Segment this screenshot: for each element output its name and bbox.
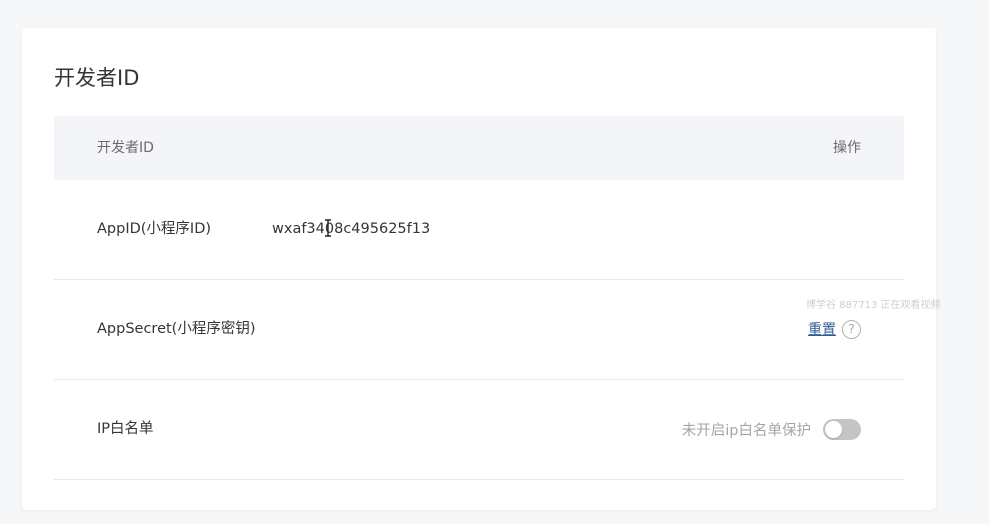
page-title: 开发者ID [54,66,140,90]
video-watermark: 博学谷 887713 正在观看视频 [806,300,941,311]
table-header: 开发者ID 操作 [54,116,904,180]
appid-value[interactable]: wxaf3408c495625f13 [272,180,430,278]
developer-id-table: 开发者ID 操作 AppID(小程序ID) wxaf3408c495625f13… [54,116,904,480]
table-row-appsecret: AppSecret(小程序密钥) 重置 ? [54,280,904,380]
ip-whitelist-label: IP白名单 [97,421,154,437]
reset-secret-link[interactable]: 重置 [808,319,836,339]
ip-whitelist-toggle[interactable] [823,418,861,440]
ip-whitelist-actions: 未开启ip白名单保护 [682,380,861,478]
text-cursor-icon [325,219,331,237]
ip-whitelist-status: 未开启ip白名单保护 [681,422,811,439]
table-row-ip-whitelist: IP白名单 未开启ip白名单保护 [54,380,904,480]
appsecret-actions: 重置 ? [808,280,861,378]
column-header-actions: 操作 [833,140,861,156]
toggle-knob [825,420,842,438]
table-row-appid: AppID(小程序ID) wxaf3408c495625f13 [54,180,904,280]
column-header-developer-id: 开发者ID [97,140,154,156]
help-icon[interactable]: ? [842,319,861,339]
developer-id-card: 开发者ID 开发者ID 操作 AppID(小程序ID) wxaf3408c495… [22,28,936,510]
appsecret-label: AppSecret(小程序密钥) [97,321,256,337]
appid-label: AppID(小程序ID) [97,221,212,237]
